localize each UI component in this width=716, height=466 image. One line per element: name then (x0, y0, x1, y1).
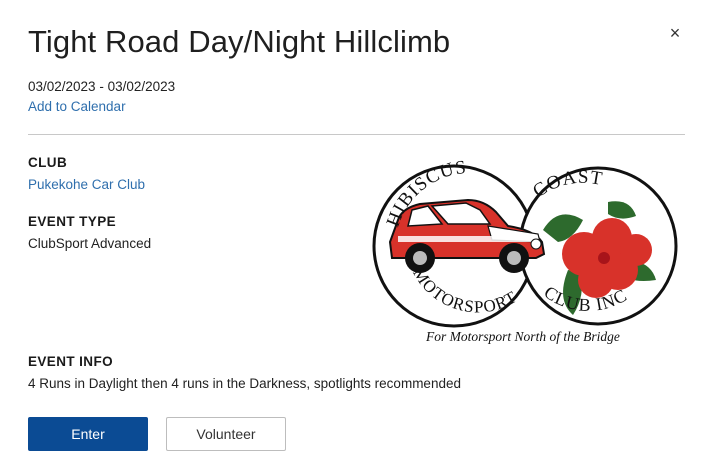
event-type-value: ClubSport Advanced (28, 236, 152, 251)
club-link[interactable]: Pukekohe Car Club (28, 177, 145, 192)
event-info-value: 4 Runs in Daylight then 4 runs in the Da… (28, 376, 461, 391)
club-logo: HIBISCUS MOTORSPORT COAST CLUB INC For M… (368, 150, 684, 350)
event-type-label: EVENT TYPE (28, 214, 117, 229)
enter-button[interactable]: Enter (28, 417, 148, 451)
event-dates: 03/02/2023 - 03/02/2023 (28, 79, 176, 94)
close-icon[interactable]: × (664, 22, 686, 44)
logo-tagline: For Motorsport North of the Bridge (425, 329, 620, 344)
event-title: Tight Road Day/Night Hillclimb (28, 24, 451, 59)
hibiscus-coast-logo-graphic: HIBISCUS MOTORSPORT COAST CLUB INC For M… (372, 157, 678, 344)
divider (28, 134, 685, 135)
add-to-calendar-link[interactable]: Add to Calendar (28, 99, 126, 114)
event-modal: Tight Road Day/Night Hillclimb × 03/02/2… (0, 0, 716, 466)
volunteer-button[interactable]: Volunteer (166, 417, 286, 451)
event-info-label: EVENT INFO (28, 354, 114, 369)
club-label: CLUB (28, 155, 68, 170)
